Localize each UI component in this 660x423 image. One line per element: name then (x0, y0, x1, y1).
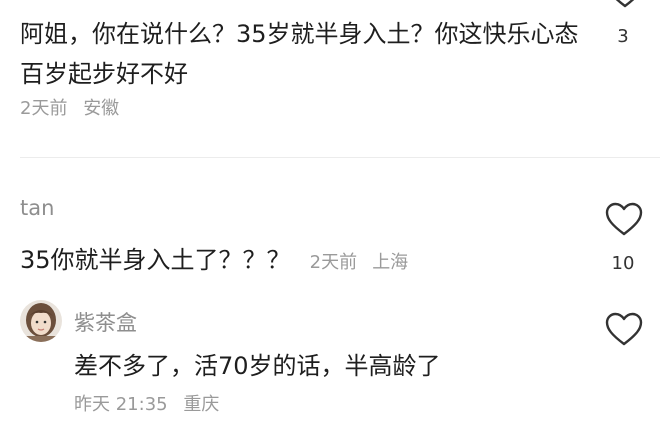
reply-location: 重庆 (183, 394, 220, 415)
reply-meta: 昨天 21:35 重庆 (74, 390, 219, 416)
avatar[interactable] (20, 300, 62, 342)
reply-time: 昨天 21:35 (74, 394, 168, 415)
heart-outline-icon[interactable] (604, 310, 644, 350)
reply-username[interactable]: 紫茶盒 (74, 307, 137, 337)
comment-location: 上海 (372, 252, 409, 273)
comment-location: 安徽 (83, 98, 120, 119)
comment-username[interactable]: tan (20, 196, 54, 220)
divider (20, 157, 660, 158)
like-count: 3 (617, 26, 629, 47)
comment-text: 阿姐，你在说什么？35岁就半身入土？你这快乐心态百岁起步好不好 (20, 20, 579, 88)
heart-outline-icon[interactable] (605, 0, 645, 12)
comment-body: 35你就半身入土了？？？ 2天前 上海 (20, 240, 408, 275)
comment-time: 2天前 (20, 98, 68, 119)
reply-text: 差不多了，活70岁的话，半高龄了 (74, 352, 441, 380)
comment-text: 35你就半身入土了？？？ (20, 246, 291, 274)
comment-time: 2天前 (309, 252, 358, 273)
heart-outline-icon[interactable] (604, 200, 644, 240)
like-count: 10 (611, 253, 635, 274)
comment-meta: 2天前 安徽 (20, 94, 119, 120)
